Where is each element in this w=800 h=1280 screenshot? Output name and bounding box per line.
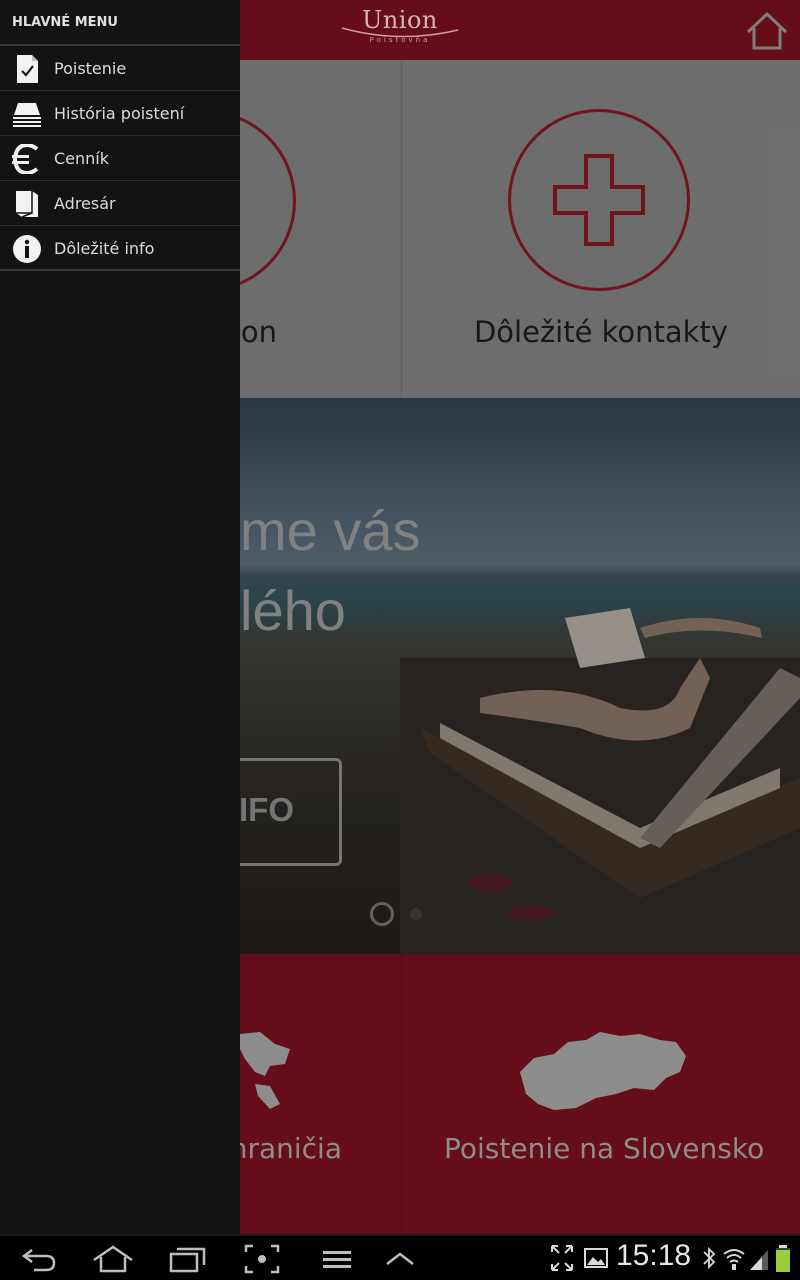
recent-apps-icon[interactable] xyxy=(168,1244,208,1274)
info-icon xyxy=(13,235,41,263)
menu-item-adresar[interactable]: Adresár xyxy=(0,181,240,226)
menu-item-poistenie[interactable]: Poistenie xyxy=(0,46,240,91)
menu-item-label: Adresár xyxy=(54,194,116,213)
euro-icon xyxy=(12,144,39,174)
signal-icon xyxy=(750,1250,768,1270)
bluetooth-icon xyxy=(703,1246,716,1270)
menu-item-label: Dôležité info xyxy=(54,239,155,258)
home-nav-icon[interactable] xyxy=(92,1244,134,1274)
system-navigation-bar: 15:18 xyxy=(0,1234,800,1280)
status-clock: 15:18 xyxy=(616,1239,692,1272)
gallery-icon xyxy=(584,1248,608,1268)
menu-item-label: Cenník xyxy=(54,149,110,168)
back-icon[interactable] xyxy=(20,1244,58,1274)
screenshot-icon[interactable] xyxy=(244,1244,280,1274)
menu-item-label: Poistenie xyxy=(54,59,127,78)
chevron-up-icon[interactable] xyxy=(384,1244,416,1274)
battery-icon xyxy=(776,1245,790,1272)
document-check-icon xyxy=(17,55,38,83)
menu-item-dolezite-info[interactable]: Dôležité info xyxy=(0,226,240,271)
screen: Union Poisťovňa on Dôležité kontakty me … xyxy=(0,0,800,1280)
drawer-header: HLAVNÉ MENU xyxy=(0,0,240,46)
menu-item-historia-poisteni[interactable]: História poistení xyxy=(0,91,240,136)
wifi-icon xyxy=(723,1249,745,1270)
navigation-drawer: HLAVNÉ MENU Poistenie História poistení xyxy=(0,0,240,1234)
drawer-scrim[interactable] xyxy=(240,0,800,1234)
address-book-icon xyxy=(16,191,38,218)
menu-item-cennik[interactable]: Cenník xyxy=(0,136,240,181)
fullscreen-icon xyxy=(551,1245,573,1271)
menu-item-label: História poistení xyxy=(54,104,185,123)
menu-icon[interactable] xyxy=(322,1244,352,1274)
stack-icon xyxy=(13,103,41,127)
